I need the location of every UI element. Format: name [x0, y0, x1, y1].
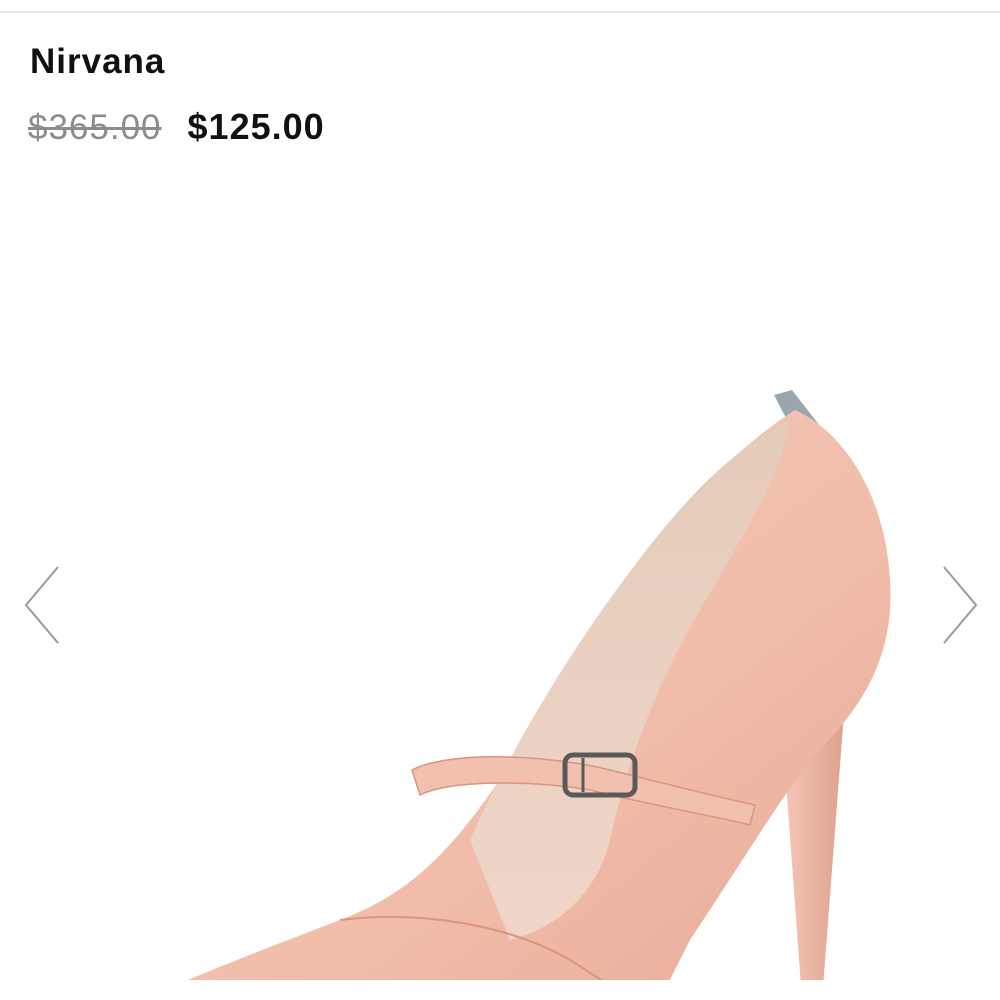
image-carousel[interactable]	[0, 190, 1000, 1000]
chevron-left-icon[interactable]	[18, 565, 68, 645]
price-row: $365.00 $125.00	[28, 106, 325, 148]
divider	[0, 11, 1000, 13]
original-price: $365.00	[28, 108, 162, 147]
product-image	[188, 390, 891, 980]
product-page: Nirvana $365.00 $125.00	[0, 0, 1000, 1000]
sale-price: $125.00	[187, 106, 325, 147]
chevron-right-icon[interactable]	[934, 565, 984, 645]
product-title: Nirvana	[30, 42, 166, 81]
